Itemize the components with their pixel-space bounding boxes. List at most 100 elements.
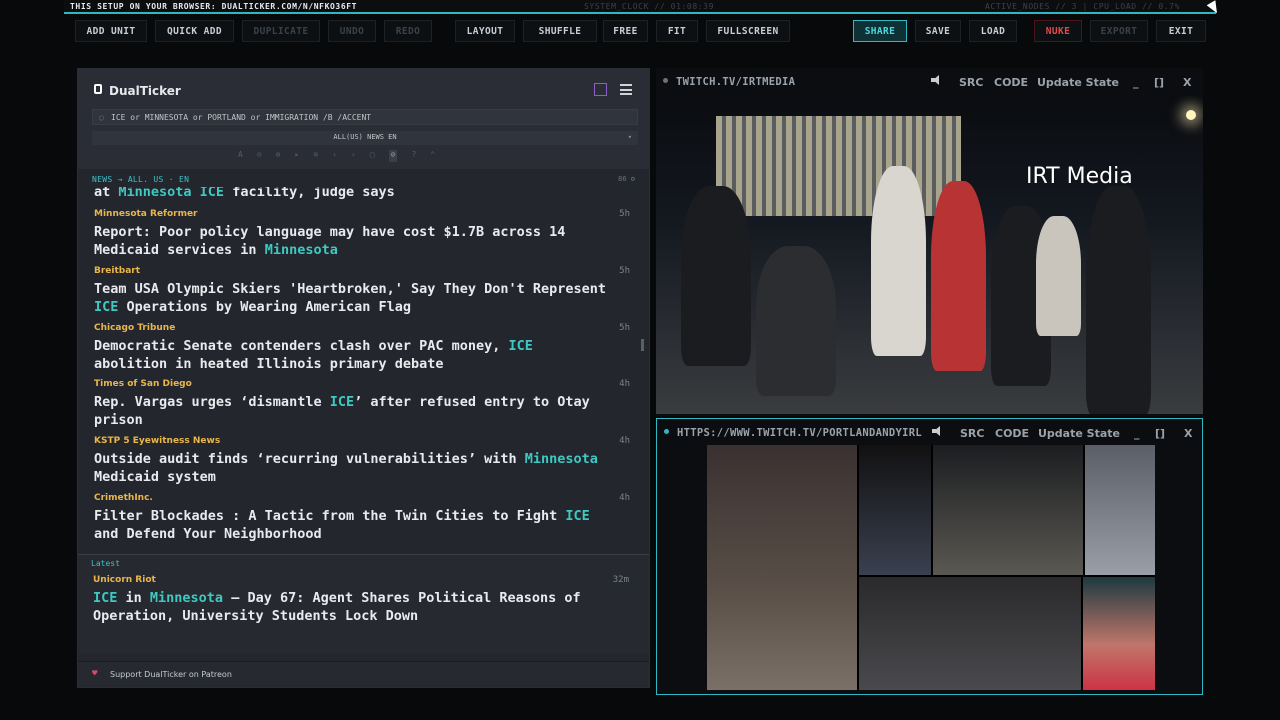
- top-status-bar: THIS SETUP ON YOUR BROWSER: DUALTICKER.C…: [64, 0, 1216, 14]
- chevron-down-icon: ▾: [627, 133, 632, 141]
- person-figure: [931, 181, 986, 371]
- news-source: CrimethInc.: [94, 493, 153, 503]
- maximize-button[interactable]: []: [1155, 427, 1165, 440]
- news-age: 5h: [619, 209, 630, 219]
- latest-section: Latest Unicorn Riot 32m ICE in Minnesota…: [78, 554, 649, 654]
- query-text: ICE or MINNESOTA or PORTLAND or IMMIGRAT…: [111, 113, 372, 122]
- list-item[interactable]: Minnesota Reformer 5h Report: Poor polic…: [94, 209, 630, 259]
- speed-icon[interactable]: ≋: [313, 150, 318, 162]
- load-button[interactable]: LOAD: [969, 20, 1017, 42]
- person-figure: [681, 186, 751, 366]
- partial-headline: at Minnesota ICE facility, judge says: [94, 187, 395, 200]
- list-item[interactable]: KSTP 5 Eyewitness News 4h Outside audit …: [94, 436, 630, 486]
- fit-button[interactable]: FIT: [656, 20, 698, 42]
- free-button[interactable]: FREE: [603, 20, 648, 42]
- person-figure: [756, 246, 836, 396]
- person-figure: [1036, 216, 1081, 336]
- patreon-footer[interactable]: ♥ Support DualTicker on Patreon: [78, 661, 649, 687]
- video-tile-image: [859, 445, 931, 575]
- minimize-button[interactable]: _: [1134, 427, 1140, 440]
- news-title: Outside audit finds ‘recurring vulnerabi…: [94, 451, 598, 485]
- fullscreen-button[interactable]: FULLSCREEN: [706, 20, 790, 42]
- update-state-button[interactable]: Update State: [1038, 427, 1120, 440]
- minimize-button[interactable]: _: [1133, 76, 1139, 89]
- news-source: Minnesota Reformer: [94, 209, 198, 219]
- search-icon: ○: [99, 113, 104, 122]
- save-button[interactable]: SAVE: [915, 20, 961, 42]
- news-list[interactable]: at Minnesota ICE facility, judge says Mi…: [78, 187, 643, 547]
- code-button[interactable]: CODE: [994, 76, 1028, 89]
- video-tile-image: [933, 445, 1083, 575]
- feed-header: NEWS → ALL. US · EN: [92, 175, 190, 184]
- person-figure: [871, 166, 926, 356]
- filter-icon[interactable]: ⊘: [388, 150, 398, 162]
- stream-watermark: IRT Media: [1026, 164, 1133, 189]
- news-title: Filter Blockades : A Tactic from the Twi…: [94, 508, 590, 542]
- font-icon[interactable]: A: [238, 150, 243, 162]
- stream-url: HTTPS://WWW.TWITCH.TV/PORTLANDANDYIRL: [677, 427, 922, 439]
- close-button[interactable]: X: [1184, 427, 1192, 440]
- zoom-out-icon[interactable]: ⊖: [257, 150, 262, 162]
- prev-icon[interactable]: ‹: [332, 150, 337, 162]
- nuke-button[interactable]: NUKE: [1034, 20, 1082, 42]
- next-icon[interactable]: ›: [351, 150, 356, 162]
- news-age: 4h: [619, 436, 630, 446]
- stream-player-portlandandyirl: HTTPS://WWW.TWITCH.TV/PORTLANDANDYIRL SR…: [656, 418, 1203, 695]
- hamburger-menu-icon[interactable]: [620, 84, 632, 95]
- volume-icon[interactable]: [931, 75, 940, 85]
- person-figure: [1086, 186, 1151, 414]
- building-image: [716, 116, 961, 216]
- video-frame[interactable]: [707, 445, 1155, 690]
- quick-add-button[interactable]: QUICK ADD: [155, 20, 234, 42]
- undo-button[interactable]: UNDO: [328, 20, 376, 42]
- ticker-header: DualTicker ○ ICE or MINNESOTA or PORTLAN…: [78, 69, 649, 169]
- news-source: Times of San Diego: [94, 379, 192, 389]
- update-state-button[interactable]: Update State: [1037, 76, 1119, 89]
- region-select[interactable]: ALL(US) NEWS EN ▾: [92, 131, 638, 145]
- list-item[interactable]: Chicago Tribune 5h Democratic Senate con…: [94, 323, 630, 373]
- share-button[interactable]: SHARE: [853, 20, 907, 42]
- list-item[interactable]: Breitbart 5h Team USA Olympic Skiers 'He…: [94, 266, 630, 316]
- news-age: 4h: [619, 379, 630, 389]
- layout-button[interactable]: LAYOUT: [455, 20, 515, 42]
- maximize-button[interactable]: []: [1154, 76, 1164, 89]
- region-value: ALL(US) NEWS EN: [333, 133, 397, 141]
- feed-count: 86 ⚙: [618, 175, 635, 183]
- duplicate-button[interactable]: DUPLICATE: [242, 20, 320, 42]
- query-search-input[interactable]: ○ ICE or MINNESOTA or PORTLAND or IMMIGR…: [92, 109, 638, 125]
- list-item[interactable]: CrimethInc. 4h Filter Blockades : A Tact…: [94, 493, 630, 543]
- status-dot-icon: [664, 429, 669, 434]
- list-item[interactable]: Times of San Diego 4h Rep. Vargas urges …: [94, 379, 630, 429]
- play-icon[interactable]: ▸: [294, 150, 299, 162]
- scrollbar-thumb[interactable]: [641, 339, 644, 351]
- code-button[interactable]: CODE: [995, 427, 1029, 440]
- layout-toggle-icon[interactable]: [594, 83, 607, 96]
- video-frame[interactable]: IRT Media: [656, 96, 1203, 414]
- news-source: Unicorn Riot: [93, 575, 156, 585]
- close-button[interactable]: X: [1183, 76, 1191, 89]
- export-button[interactable]: EXPORT: [1090, 20, 1148, 42]
- news-source: KSTP 5 Eyewitness News: [94, 436, 221, 446]
- player-header: TWITCH.TV/IRTMEDIA SRC CODE Update State…: [656, 68, 1203, 94]
- src-button[interactable]: SRC: [960, 427, 984, 440]
- add-unit-button[interactable]: ADD UNIT: [75, 20, 147, 42]
- redo-button[interactable]: REDO: [384, 20, 432, 42]
- status-dot-icon: [663, 78, 668, 83]
- patreon-link[interactable]: Support DualTicker on Patreon: [110, 670, 232, 679]
- help-icon[interactable]: ?: [411, 150, 416, 162]
- stream-player-irtmedia: TWITCH.TV/IRTMEDIA SRC CODE Update State…: [656, 68, 1203, 416]
- collapse-icon[interactable]: ⌃: [430, 150, 435, 162]
- shuffle-button[interactable]: SHUFFLE: [523, 20, 597, 42]
- news-title: ICE in Minnesota – Day 67: Agent Shares …: [93, 590, 581, 624]
- exit-button[interactable]: EXIT: [1156, 20, 1206, 42]
- src-button[interactable]: SRC: [959, 76, 983, 89]
- ticker-title: DualTicker: [109, 84, 181, 98]
- video-tile-image: [707, 445, 857, 690]
- zoom-in-icon[interactable]: ⊕: [276, 150, 281, 162]
- news-age: 4h: [619, 493, 630, 503]
- main-toolbar: ADD UNIT QUICK ADD DUPLICATE UNDO REDO L…: [0, 16, 1280, 48]
- volume-icon[interactable]: [932, 426, 941, 436]
- frame-icon[interactable]: ▢: [370, 150, 375, 162]
- video-tile-image: [1085, 445, 1155, 575]
- latest-item[interactable]: Unicorn Riot 32m ICE in Minnesota – Day …: [93, 575, 629, 625]
